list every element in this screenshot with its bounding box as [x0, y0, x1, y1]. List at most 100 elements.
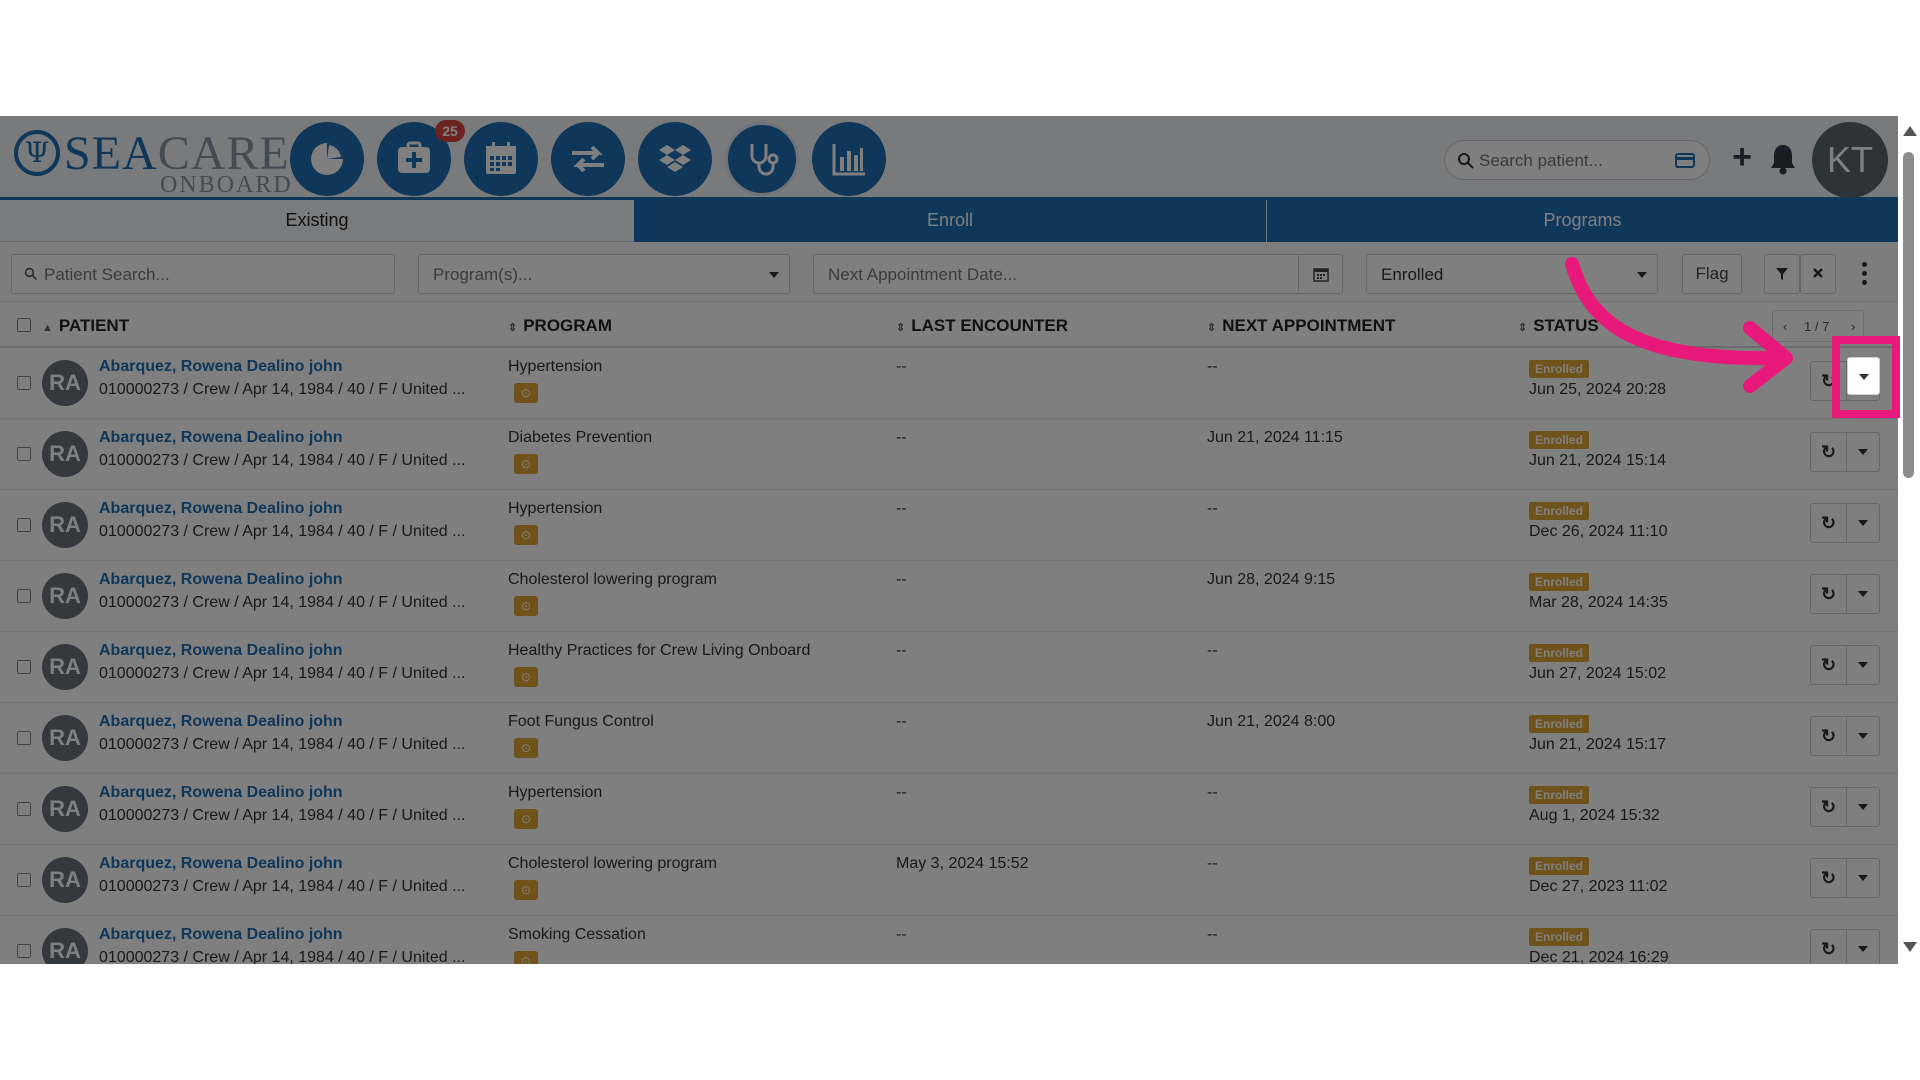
row-actions-dropdown[interactable] [1847, 930, 1880, 964]
transfer-button[interactable] [551, 122, 625, 196]
program-name: Hypertension [508, 358, 603, 375]
id-card-icon[interactable] [1675, 153, 1695, 168]
add-case-button[interactable]: 25 [377, 120, 465, 196]
program-name: Cholesterol lowering program [508, 855, 717, 872]
patient-name-link[interactable]: Abarquez, Rowena Dealino john [99, 926, 343, 944]
row-actions-dropdown[interactable] [1847, 646, 1880, 684]
refresh-button[interactable]: ↻ [1811, 504, 1847, 542]
row-actions-dropdown[interactable] [1847, 788, 1880, 826]
refresh-button[interactable]: ↻ [1811, 575, 1847, 613]
filter-button[interactable] [1764, 254, 1800, 294]
add-icon[interactable]: + [1726, 140, 1758, 176]
program-tag-icon[interactable]: ⊙ [514, 383, 538, 403]
next-page-button[interactable]: › [1851, 319, 1855, 334]
row-actions-dropdown[interactable] [1847, 433, 1880, 471]
status-select[interactable]: Enrolled [1366, 254, 1658, 294]
search-icon [24, 267, 37, 280]
calendar-button[interactable] [464, 122, 538, 196]
patient-info: 010000273 / Crew / Apr 14, 1984 / 40 / F… [99, 878, 466, 895]
column-last-encounter[interactable]: ⇕ LAST ENCOUNTER [896, 316, 1068, 336]
search-icon [1458, 153, 1474, 169]
bell-icon[interactable] [1768, 142, 1798, 176]
program-name: Foot Fungus Control [508, 713, 654, 730]
patient-name-link[interactable]: Abarquez, Rowena Dealino john [99, 713, 343, 731]
column-patient[interactable]: ▲ PATIENT [42, 316, 129, 336]
patient-avatar: RA [42, 715, 88, 761]
program-tag-icon[interactable]: ⊙ [514, 951, 538, 964]
row-checkbox[interactable] [17, 731, 31, 745]
chevron-down-icon [1858, 449, 1868, 455]
program-tag-icon[interactable]: ⊙ [514, 738, 538, 758]
refresh-button[interactable]: ↻ [1811, 930, 1847, 964]
column-program[interactable]: ⇕ PROGRAM [508, 316, 612, 336]
table-row: RA Abarquez, Rowena Dealino john 010000273… [0, 419, 1898, 490]
tab-existing[interactable]: Existing [0, 200, 634, 242]
clinical-button[interactable] [725, 122, 799, 196]
search-patient-input[interactable] [1479, 147, 1669, 175]
program-tag-icon[interactable]: ⊙ [514, 596, 538, 616]
scroll-down-arrow[interactable] [1903, 942, 1917, 952]
seacare-logo[interactable]: Ψ SEACARE ONBOARD [14, 126, 291, 198]
program-tag-icon[interactable]: ⊙ [514, 454, 538, 474]
patient-name-link[interactable]: Abarquez, Rowena Dealino john [99, 358, 343, 376]
last-encounter: May 3, 2024 15:52 [896, 855, 1029, 872]
program-tag-icon[interactable]: ⊙ [514, 667, 538, 687]
clear-filter-button[interactable] [1800, 254, 1836, 294]
row-actions-dropdown[interactable] [1847, 575, 1880, 613]
patient-name-link[interactable]: Abarquez, Rowena Dealino john [99, 571, 343, 589]
refresh-button[interactable]: ↻ [1811, 788, 1847, 826]
tab-enroll[interactable]: Enroll [634, 200, 1266, 242]
dropbox-button[interactable] [638, 122, 712, 196]
dashboard-button[interactable] [290, 122, 364, 196]
refresh-button[interactable]: ↻ [1811, 717, 1847, 755]
bar-chart-icon [832, 144, 865, 176]
row-checkbox[interactable] [17, 589, 31, 603]
scroll-thumb[interactable] [1903, 152, 1914, 478]
program-tag-icon[interactable]: ⊙ [514, 809, 538, 829]
patient-search-field[interactable]: Patient Search... [11, 254, 395, 294]
tab-programs[interactable]: Programs [1266, 200, 1898, 242]
row-actions-dropdown-highlighted[interactable] [1847, 357, 1880, 395]
reports-button[interactable] [812, 122, 886, 196]
row-checkbox[interactable] [17, 873, 31, 887]
patient-name-link[interactable]: Abarquez, Rowena Dealino john [99, 642, 343, 660]
row-checkbox[interactable] [17, 376, 31, 390]
patient-name-link[interactable]: Abarquez, Rowena Dealino john [99, 500, 343, 518]
refresh-button[interactable]: ↻ [1811, 859, 1847, 897]
more-options-icon[interactable] [1860, 262, 1868, 288]
select-all-checkbox[interactable] [17, 318, 31, 332]
row-actions-dropdown[interactable] [1847, 717, 1880, 755]
patient-name-link[interactable]: Abarquez, Rowena Dealino john [99, 784, 343, 802]
prev-page-button[interactable]: ‹ [1783, 319, 1787, 334]
date-picker-button[interactable] [1298, 255, 1342, 293]
search-patient-box[interactable] [1444, 140, 1710, 180]
row-actions-dropdown[interactable] [1847, 859, 1880, 897]
scroll-up-arrow[interactable] [1903, 126, 1917, 136]
last-encounter: -- [896, 500, 907, 517]
program-tag-icon[interactable]: ⊙ [514, 880, 538, 900]
patient-name-link[interactable]: Abarquez, Rowena Dealino john [99, 429, 343, 447]
column-next-appointment[interactable]: ⇕ NEXT APPOINTMENT [1207, 316, 1395, 336]
table-row: RA Abarquez, Rowena Dealino john 010000273… [0, 774, 1898, 845]
patient-search-placeholder: Patient Search... [44, 265, 170, 284]
column-last-encounter-label: LAST ENCOUNTER [911, 316, 1068, 335]
flag-button[interactable]: Flag [1682, 254, 1742, 294]
next-appointment-date-field[interactable]: Next Appointment Date... [813, 254, 1343, 294]
program-tag-icon[interactable]: ⊙ [514, 525, 538, 545]
refresh-button[interactable]: ↻ [1811, 433, 1847, 471]
last-encounter: -- [896, 713, 907, 730]
row-actions-dropdown[interactable] [1847, 504, 1880, 542]
row-checkbox[interactable] [17, 660, 31, 674]
column-status[interactable]: ⇕ STATUS [1518, 316, 1599, 336]
row-checkbox[interactable] [17, 802, 31, 816]
programs-select[interactable]: Program(s)... [418, 254, 790, 294]
refresh-button[interactable]: ↻ [1811, 646, 1847, 684]
row-checkbox[interactable] [17, 518, 31, 532]
user-avatar[interactable]: KT [1812, 122, 1888, 198]
patient-name-link[interactable]: Abarquez, Rowena Dealino john [99, 855, 343, 873]
chevron-down-icon [1858, 733, 1868, 739]
program-name: Cholesterol lowering program [508, 571, 717, 588]
row-checkbox[interactable] [17, 944, 31, 958]
row-checkbox[interactable] [17, 447, 31, 461]
page-scrollbar[interactable] [1898, 116, 1920, 964]
